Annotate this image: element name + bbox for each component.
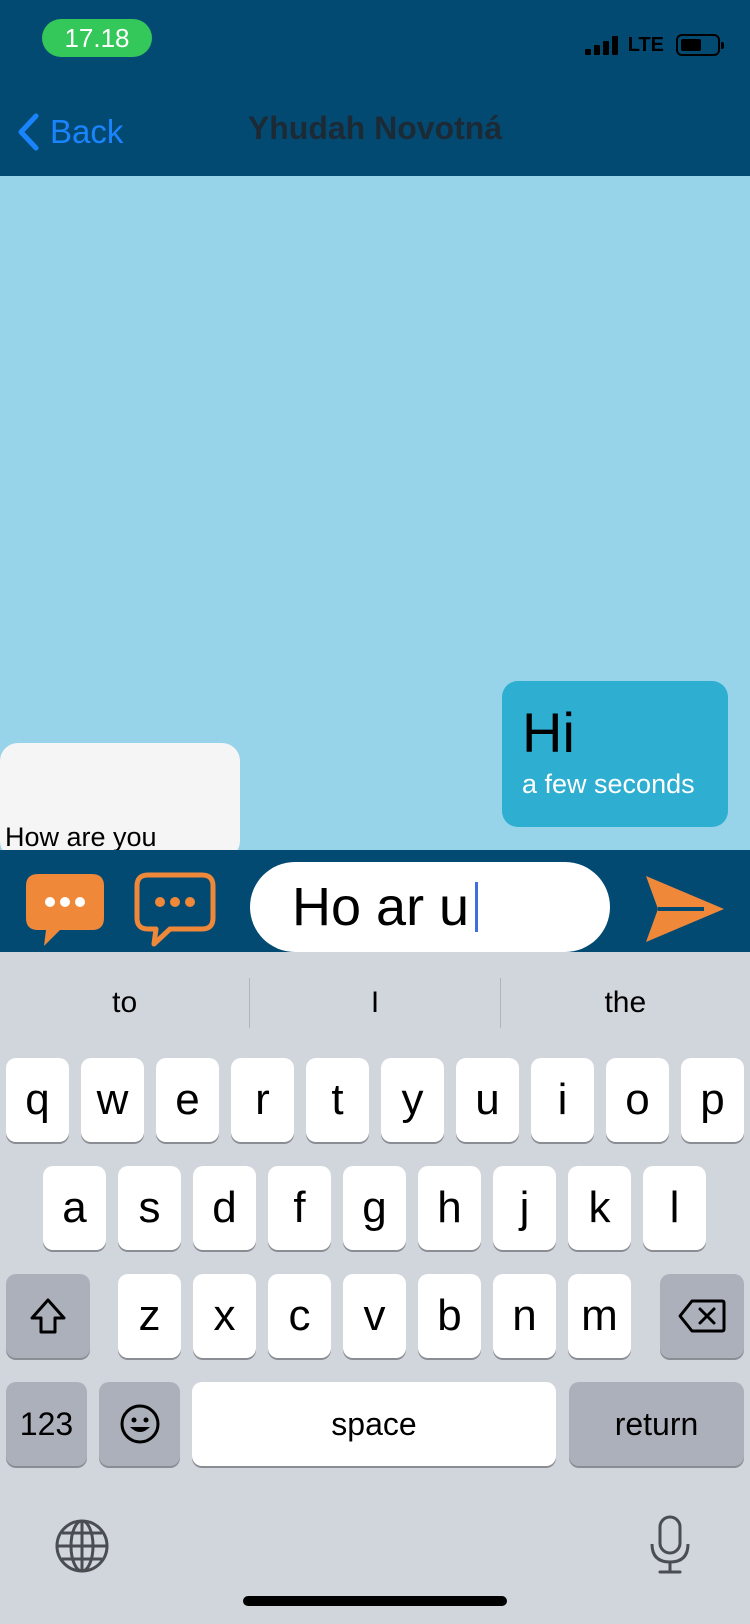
- status-time: 17.18: [42, 19, 152, 57]
- key-v[interactable]: v: [343, 1274, 406, 1358]
- keyboard: to I the q w e r t y u i o p a s d f g h…: [0, 952, 750, 1624]
- key-t[interactable]: t: [306, 1058, 369, 1142]
- key-g[interactable]: g: [343, 1166, 406, 1250]
- key-a[interactable]: a: [43, 1166, 106, 1250]
- shift-icon: [30, 1298, 66, 1334]
- key-b[interactable]: b: [418, 1274, 481, 1358]
- key-f[interactable]: f: [268, 1166, 331, 1250]
- home-indicator[interactable]: [243, 1596, 507, 1606]
- key-c[interactable]: c: [268, 1274, 331, 1358]
- key-d[interactable]: d: [193, 1166, 256, 1250]
- emoji-key[interactable]: [99, 1382, 180, 1466]
- space-key[interactable]: space: [192, 1382, 556, 1466]
- globe-icon[interactable]: [54, 1518, 110, 1574]
- key-x[interactable]: x: [193, 1274, 256, 1358]
- signal-icon: [584, 35, 618, 55]
- page-title: Yhudah Novotná: [247, 110, 503, 146]
- key-r[interactable]: r: [231, 1058, 294, 1142]
- suggestion-bar: to I the: [0, 952, 750, 1054]
- key-w[interactable]: w: [81, 1058, 144, 1142]
- chat-bubble-filled-icon[interactable]: [24, 872, 106, 948]
- key-y[interactable]: y: [381, 1058, 444, 1142]
- numbers-key[interactable]: 123: [6, 1382, 87, 1466]
- key-n[interactable]: n: [493, 1274, 556, 1358]
- chat-bubble-outline-icon[interactable]: [134, 872, 216, 948]
- key-i[interactable]: i: [531, 1058, 594, 1142]
- key-h[interactable]: h: [418, 1166, 481, 1250]
- outgoing-message: Hi a few seconds: [502, 681, 728, 827]
- message-input-value: Ho ar u: [292, 877, 470, 937]
- message-text: How are you: [5, 822, 157, 852]
- text-caret: [475, 882, 479, 932]
- suggestion-item[interactable]: the: [501, 978, 750, 1028]
- key-s[interactable]: s: [118, 1166, 181, 1250]
- network-label: LTE: [627, 33, 664, 56]
- message-text: Hi: [522, 701, 575, 764]
- key-k[interactable]: k: [568, 1166, 631, 1250]
- status-indicators: LTE: [584, 30, 724, 60]
- return-key[interactable]: return: [569, 1382, 744, 1466]
- key-m[interactable]: m: [568, 1274, 631, 1358]
- composer-bar: Ho ar u: [0, 850, 750, 952]
- chat-area[interactable]: Hi a few seconds How are you: [0, 176, 750, 859]
- suggestion-item[interactable]: to: [0, 978, 249, 1028]
- backspace-icon: [678, 1299, 726, 1333]
- top-bar: 17.18 LTE Back Yhudah Novotná: [0, 0, 750, 176]
- emoji-icon: [120, 1404, 159, 1444]
- key-u[interactable]: u: [456, 1058, 519, 1142]
- delete-key[interactable]: [660, 1274, 744, 1358]
- suggestion-item[interactable]: I: [250, 978, 499, 1028]
- key-j[interactable]: j: [493, 1166, 556, 1250]
- key-z[interactable]: z: [118, 1274, 181, 1358]
- microphone-icon[interactable]: [648, 1514, 692, 1576]
- send-icon[interactable]: [644, 874, 726, 944]
- key-e[interactable]: e: [156, 1058, 219, 1142]
- key-o[interactable]: o: [606, 1058, 669, 1142]
- message-input[interactable]: Ho ar u: [250, 862, 610, 952]
- key-p[interactable]: p: [681, 1058, 744, 1142]
- battery-icon: [676, 34, 724, 56]
- key-q[interactable]: q: [6, 1058, 69, 1142]
- incoming-message: How are you: [0, 743, 240, 859]
- shift-key[interactable]: [6, 1274, 90, 1358]
- message-timestamp: a few seconds: [522, 769, 695, 799]
- key-l[interactable]: l: [643, 1166, 706, 1250]
